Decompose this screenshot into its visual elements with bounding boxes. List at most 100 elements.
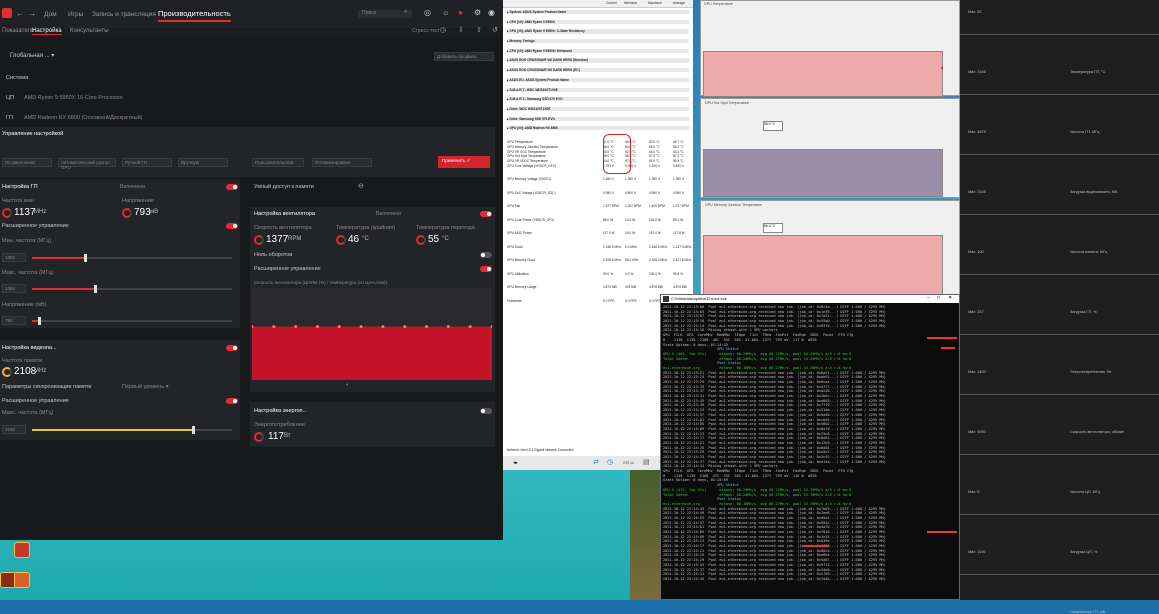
- minimize-icon[interactable]: –: [927, 295, 930, 301]
- control-auto-oc[interactable]: Автоматический разгон GPU: [58, 158, 116, 170]
- hw-section[interactable]: ▸ Memory Timings: [507, 39, 689, 44]
- hw-sensor-row[interactable]: GPU ASIC Power 117.0 W 16.0 W 157.0 W 117.8 …: [507, 231, 689, 245]
- hw-sensor-row[interactable]: GPU Utilization 99.0 % 0.0 % 100.0 % 99.8 %: [507, 272, 689, 286]
- close-icon[interactable]: ✕: [948, 295, 952, 301]
- globe-icon[interactable]: ◎: [424, 8, 431, 17]
- control-custom[interactable]: Пользовательский: [252, 158, 304, 167]
- forward-arrow-icon[interactable]: →: [28, 9, 36, 18]
- voltage-slider[interactable]: [32, 317, 232, 325]
- zero-rpm-toggle[interactable]: [480, 252, 492, 258]
- stress-test-label[interactable]: Стресс-тест: [412, 28, 440, 34]
- cpu-name[interactable]: AMD Ryzen 9 5950X 16-Core Processor: [24, 95, 123, 101]
- apply-button[interactable]: Применить ✓: [438, 156, 490, 168]
- hw-section[interactable]: ▸ GPU [#0]: AMD Radeon RX 6800: [507, 126, 689, 131]
- hw-section[interactable]: ▸ ASUS EC: ASUS System Product Name: [507, 77, 689, 82]
- bug-icon[interactable]: ☼: [442, 8, 449, 17]
- hw-section[interactable]: ▸ S.M.A.R.T.: Samsung SSD 970 EVO: [507, 97, 689, 102]
- maximize-icon[interactable]: □: [937, 295, 940, 301]
- hw-section[interactable]: ▸ Drive: WDC WDS100T1X0E: [507, 106, 689, 112]
- tab-home[interactable]: Дом: [44, 11, 57, 18]
- max-freq-input[interactable]: 1392: [2, 284, 26, 293]
- mem-timing-dropdown[interactable]: Первый уровень ▾: [122, 384, 168, 390]
- import-icon[interactable]: ⇩: [458, 26, 464, 34]
- hw-section[interactable]: ▸ ASUS ROG CROSSHAIR VIII DARK HERO (Nuv…: [507, 58, 689, 63]
- desktop-app-icon[interactable]: [14, 572, 30, 588]
- hw-section[interactable]: ▸ Drive: Samsung SSD 970 EVO: [507, 116, 689, 121]
- control-manual-gpu[interactable]: Ручной ГП: [122, 158, 172, 167]
- hw-sensor-value: 1,322 RPM: [625, 204, 641, 209]
- gear-icon[interactable]: ⚙: [474, 8, 481, 17]
- fan-curve-chart[interactable]: [252, 288, 492, 380]
- hw-sensor-row[interactable]: GPU Clock 1,138.0 MHz 0.0 MHz 2,166.0 MHz 1,…: [507, 245, 691, 259]
- mem-adv-toggle[interactable]: [226, 398, 238, 404]
- vram-tuning-toggle[interactable]: [226, 345, 238, 351]
- hw-section[interactable]: ▸ System: ASUS System Product Name: [507, 10, 689, 15]
- graph-window-1[interactable]: ■: [700, 0, 960, 97]
- search-icon[interactable]: ⌕: [404, 9, 407, 16]
- mem-timing-label: Параметры синхронизации памяти: [2, 384, 92, 390]
- hw-sensor-value: 0.0 FPS: [603, 298, 615, 303]
- fan-tuning-toggle[interactable]: [480, 211, 492, 217]
- hw-section[interactable]: ▸ CPU [#0]: AMD Ryzen 9 5950X: Enhanced: [507, 48, 689, 53]
- clock-icon[interactable]: ◷: [440, 26, 446, 34]
- power-tuning-toggle[interactable]: [480, 408, 492, 414]
- gpu-adv-toggle[interactable]: [226, 223, 238, 229]
- miner-console[interactable]: C:\Windows\system32\cmd.exe – □ ✕ 2021-1…: [660, 294, 960, 600]
- subtab-advisors[interactable]: Консультанты: [70, 28, 109, 34]
- reset-icon[interactable]: ↺: [492, 26, 498, 34]
- gpu-name[interactable]: AMD Radeon RX 6800 (Основной/Дискретный): [24, 115, 142, 121]
- tab-games[interactable]: Игры: [68, 11, 83, 18]
- hw-nav-icon[interactable]: ◂▸: [513, 460, 518, 466]
- hw-col-min[interactable]: Minimum: [624, 1, 637, 5]
- graph-window-2[interactable]: GPU Hot Spot Temperature 55.0 °C: [700, 98, 960, 198]
- clock-icon[interactable]: ◷: [607, 458, 613, 466]
- gpu-icon: ГП: [6, 115, 13, 121]
- user-icon[interactable]: ◉: [488, 8, 495, 17]
- desktop-app-icon[interactable]: [14, 542, 30, 558]
- min-freq-input[interactable]: 1352: [2, 253, 26, 262]
- mem-max-slider[interactable]: [32, 426, 232, 434]
- graph-window-3[interactable]: GPU Memory Junction Temperature 56.0 °C: [700, 200, 960, 296]
- tab-record[interactable]: Запись и трансляция: [92, 11, 156, 18]
- max-freq-slider[interactable]: [32, 285, 232, 293]
- mem-max-input[interactable]: 2150: [2, 425, 26, 434]
- control-optimized[interactable]: Оптимизировано: [312, 158, 372, 167]
- back-arrow-icon[interactable]: ←: [16, 9, 24, 18]
- report-icon[interactable]: ▤: [643, 458, 650, 466]
- monitor-label: Напряжение ГП, мВ: [1070, 610, 1106, 614]
- hw-section[interactable]: ▸ ASUS ROG CROSSHAIR VIII DARK HERO (EC): [507, 68, 689, 73]
- network-icon[interactable]: ⇄: [593, 458, 599, 466]
- voltage-input[interactable]: 750: [2, 316, 26, 325]
- gpu-volt-label: Напряжение: [122, 198, 154, 204]
- subtab-metrics[interactable]: Показатели: [2, 28, 34, 34]
- hw-sensor-row[interactable]: GPU Fan 1,377 RPM 1,322 RPM 1,400 RPM 1,377 …: [507, 204, 689, 218]
- fan-curve-expand[interactable]: ▾: [346, 382, 348, 388]
- hw-sensor-row[interactable]: GPU Core Voltage (VDDCR_GFX) 0.793 V 0.006…: [507, 164, 689, 178]
- export-icon[interactable]: ⇧: [476, 26, 482, 34]
- hw-sensor-row[interactable]: GPU Core Power (VDDCR_GFX) 86.0 W 12.0 W 11…: [507, 218, 689, 232]
- add-profile-button[interactable]: Добавить профиль: [434, 52, 494, 61]
- hw-sensor-value: 1.350 V: [603, 177, 614, 182]
- hw-col-max[interactable]: Maximum: [648, 1, 662, 5]
- preset-dropdown[interactable]: Глобальная ... ▾: [10, 52, 54, 59]
- tab-performance[interactable]: Производительность: [158, 9, 231, 22]
- hw-section[interactable]: ▸ S.M.A.R.T.: WDC WDS100T1X0E: [507, 87, 689, 92]
- hw-sensor-row[interactable]: GPU Memory Clock 2,108.0 MHz 96.0 MHz 2,108…: [507, 258, 691, 272]
- underline-annotation: [927, 337, 957, 339]
- hw-col-avg[interactable]: Average: [673, 1, 685, 5]
- min-freq-slider[interactable]: [32, 254, 232, 262]
- hw-section[interactable]: ▸ CPU [#0]: AMD Ryzen 9 5950X: [507, 19, 689, 24]
- control-manual[interactable]: Вручную: [178, 158, 228, 167]
- hw-sensor-row[interactable]: GPU Memory Voltage (VDDCI) 1.350 V 1.350 V…: [507, 177, 689, 191]
- control-default[interactable]: По умолчанию: [2, 158, 52, 167]
- gpu-tuning-toggle[interactable]: [226, 184, 238, 190]
- fan-adv-toggle[interactable]: [480, 266, 492, 272]
- hw-sensor-value: 99.8 %: [673, 271, 683, 276]
- hw-sensor-row[interactable]: GPU SoC Voltage (VDDCR_SOC) 0.950 V 0.800 …: [507, 191, 689, 205]
- subtab-tuning[interactable]: Настройка: [32, 28, 62, 35]
- graph-3-title: GPU Memory Junction Temperature: [705, 203, 763, 207]
- bell-icon[interactable]: ●: [458, 8, 463, 17]
- hw-sensor-value: 0.950 V: [673, 190, 684, 195]
- hw-section[interactable]: ▸ CPU [#0]: AMD Ryzen 9 5950X: C-State R…: [507, 29, 689, 34]
- hw-col-current[interactable]: Current: [606, 1, 617, 5]
